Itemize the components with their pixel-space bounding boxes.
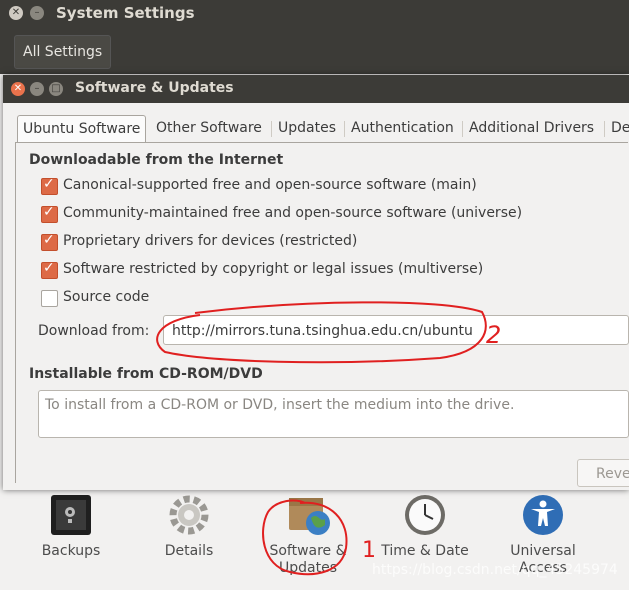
label-universe: Community-maintained free and open-sourc… (63, 205, 523, 221)
tab-bar: Ubuntu Software Other Software Updates A… (15, 115, 629, 143)
close-icon[interactable]: ✕ (11, 82, 25, 96)
label-main: Canonical-supported free and open-source… (63, 177, 477, 193)
watermark: https://blog.csdn.net/qq_45245974 (372, 562, 618, 578)
all-settings-button[interactable]: All Settings (14, 35, 112, 69)
tab-additional-drivers[interactable]: Additional Drivers (464, 115, 599, 141)
tab-updates[interactable]: Updates (273, 115, 341, 141)
system-settings-titlebar: ✕ – System Settings (0, 0, 629, 28)
checkbox-restricted[interactable] (41, 232, 58, 251)
label-source-code: Source code (63, 289, 150, 305)
dialog-titlebar: ✕ – □ Software & Updates (3, 75, 629, 103)
checkbox-multiverse[interactable] (41, 260, 58, 279)
app-label: Details (164, 543, 214, 559)
tab-separator (271, 121, 272, 137)
download-from-label: Download from: (38, 323, 150, 339)
minimize-icon[interactable]: – (30, 6, 44, 20)
maximize-icon[interactable]: □ (49, 82, 63, 96)
tab-ubuntu-software[interactable]: Ubuntu Software (17, 115, 147, 142)
app-label: Backups (41, 543, 101, 559)
software-updates-dialog: ✕ – □ Software & Updates Ubuntu Software… (3, 75, 629, 490)
app-label: Software & Updates (269, 543, 347, 576)
system-settings-title: System Settings (56, 4, 195, 22)
clock-icon (402, 492, 448, 538)
accessibility-icon (520, 492, 566, 538)
package-globe-icon (285, 492, 331, 538)
tab-developer-options[interactable]: De (606, 115, 629, 141)
safe-icon (48, 492, 94, 538)
label-multiverse: Software restricted by copyright or lega… (63, 261, 484, 277)
minimize-icon[interactable]: – (30, 82, 44, 96)
app-label: Time & Date (381, 543, 469, 559)
tab-separator (462, 121, 463, 137)
checkbox-source-code[interactable] (41, 290, 58, 307)
label-restricted: Proprietary drivers for devices (restric… (63, 233, 358, 249)
tab-separator (604, 121, 605, 137)
dialog-title: Software & Updates (75, 80, 234, 96)
checkbox-universe[interactable] (41, 204, 58, 223)
tab-separator (344, 121, 345, 137)
close-icon[interactable]: ✕ (9, 6, 23, 20)
app-details[interactable]: Details (134, 492, 244, 560)
checkbox-main[interactable] (41, 176, 58, 195)
download-server-dropdown[interactable]: http://mirrors.tuna.tsinghua.edu.cn/ubun… (163, 315, 629, 345)
tab-other-software[interactable]: Other Software (151, 115, 267, 141)
revert-button[interactable]: Reve (577, 459, 629, 487)
gear-icon (166, 492, 212, 538)
cdrom-sources-list[interactable]: To install from a CD-ROM or DVD, insert … (38, 390, 629, 438)
app-software-updates[interactable]: Software & Updates (253, 492, 363, 577)
app-backups[interactable]: Backups (16, 492, 126, 560)
section-downloadable-heading: Downloadable from the Internet (29, 152, 284, 168)
app-time-date[interactable]: Time & Date (370, 492, 480, 560)
tab-authentication[interactable]: Authentication (346, 115, 459, 141)
section-cdrom-heading: Installable from CD-ROM/DVD (29, 366, 263, 382)
